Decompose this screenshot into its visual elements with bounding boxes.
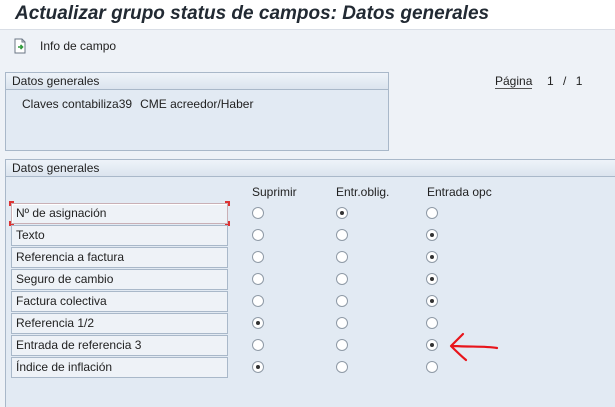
radio-suppress[interactable]: [252, 207, 264, 219]
group-title: Datos generales: [6, 160, 615, 177]
field-info-label: Info de campo: [40, 39, 117, 53]
page-current: 1: [547, 74, 554, 88]
page-indicator: 1 / 1: [547, 75, 582, 88]
key-text: CME acreedor/Haber: [140, 97, 254, 111]
radio-optional[interactable]: [426, 339, 438, 351]
general-data-header-group: Datos generales Claves contabiliza39 CME …: [5, 72, 389, 151]
radio-required[interactable]: [336, 295, 348, 307]
page-title: Actualizar grupo status de campos: Datos…: [15, 3, 490, 24]
page-separator: /: [563, 74, 567, 88]
column-suppress: Suprimir: [252, 185, 297, 199]
radio-optional[interactable]: [426, 251, 438, 263]
field-row-label[interactable]: Índice de inflación: [11, 357, 228, 378]
group-title: Datos generales: [6, 73, 388, 90]
radio-optional[interactable]: [426, 273, 438, 285]
radio-suppress[interactable]: [252, 273, 264, 285]
radio-required[interactable]: [336, 361, 348, 373]
radio-required[interactable]: [336, 251, 348, 263]
red-arrow-annotation: [449, 332, 499, 362]
field-row-label[interactable]: Seguro de cambio: [11, 269, 228, 290]
radio-required[interactable]: [336, 339, 348, 351]
radio-required[interactable]: [336, 273, 348, 285]
radio-suppress[interactable]: [252, 361, 264, 373]
radio-required[interactable]: [336, 317, 348, 329]
key-description: Claves contabiliza39 CME acreedor/Haber: [22, 97, 253, 111]
radio-optional[interactable]: [426, 361, 438, 373]
radio-suppress[interactable]: [252, 295, 264, 307]
radio-suppress[interactable]: [252, 229, 264, 241]
radio-suppress[interactable]: [252, 339, 264, 351]
column-required: Entr.oblig.: [336, 185, 390, 199]
focus-corner-marker: [9, 201, 14, 206]
field-row-label[interactable]: Referencia a factura: [11, 247, 228, 268]
application-toolbar: Info de campo: [0, 30, 615, 62]
field-row-label[interactable]: Texto: [11, 225, 228, 246]
radio-suppress[interactable]: [252, 251, 264, 263]
field-row-label[interactable]: Referencia 1/2: [11, 313, 228, 334]
field-row-label[interactable]: Entrada de referencia 3: [11, 335, 228, 356]
radio-required[interactable]: [336, 207, 348, 219]
radio-optional[interactable]: [426, 207, 438, 219]
page-label: Página: [495, 74, 533, 89]
title-bar: Actualizar grupo status de campos: Datos…: [0, 0, 615, 30]
radio-optional[interactable]: [426, 317, 438, 329]
page-total: 1: [575, 74, 583, 88]
radio-optional[interactable]: [426, 229, 438, 241]
radio-suppress[interactable]: [252, 317, 264, 329]
field-info-icon: [14, 38, 26, 54]
field-row-label[interactable]: Nº de asignación: [11, 203, 228, 224]
radio-optional[interactable]: [426, 295, 438, 307]
field-row-label[interactable]: Factura colectiva: [11, 291, 228, 312]
radio-required[interactable]: [336, 229, 348, 241]
column-optional: Entrada opc: [427, 185, 492, 199]
key-code: Claves contabiliza39: [22, 97, 133, 111]
focus-corner-marker: [225, 201, 230, 206]
field-info-button[interactable]: Info de campo: [12, 36, 116, 56]
